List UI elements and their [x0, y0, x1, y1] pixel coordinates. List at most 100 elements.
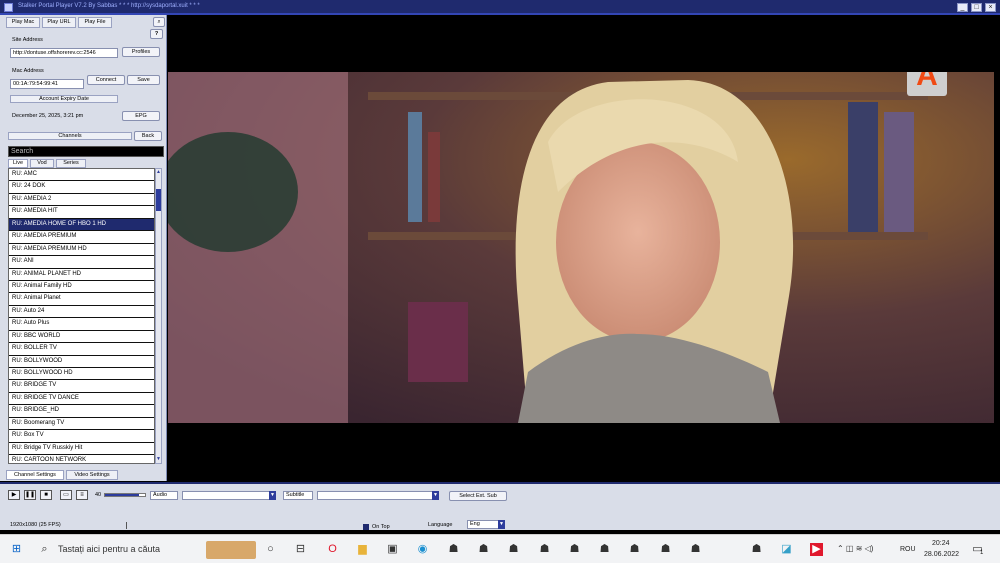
expiry-date-value: December 25, 2025, 3:21 pm: [12, 113, 84, 119]
epg-button[interactable]: EPG: [122, 111, 160, 121]
status-divider: [126, 522, 127, 529]
incognito-icon[interactable]: ☗: [538, 543, 551, 556]
subtitle-label: Subtitle: [283, 491, 313, 500]
site-address-field[interactable]: http://dontuse.offshorerev.cc:2546: [10, 48, 118, 58]
channel-list-item[interactable]: RU: AMEDIA PREMIUM: [9, 231, 154, 244]
channel-list-item[interactable]: RU: ANIMAL PLANET HD: [9, 269, 154, 281]
volume-slider[interactable]: [104, 493, 146, 497]
mac-address-field[interactable]: 00:1A:79:54:99:41: [10, 79, 84, 89]
file-explorer-icon[interactable]: ▆: [356, 543, 369, 556]
channel-list-item[interactable]: RU: BOLLER TV: [9, 343, 154, 356]
tab-live[interactable]: Live: [8, 159, 28, 168]
tab-vod[interactable]: Vod: [30, 159, 54, 168]
pause-icon[interactable]: ❚❚: [24, 490, 36, 500]
opera-icon[interactable]: O: [326, 543, 339, 556]
language-select[interactable]: Eng ▼: [467, 520, 505, 529]
language-label: Language: [428, 522, 453, 528]
tab-series[interactable]: Series: [56, 159, 86, 168]
maximize-button[interactable]: □: [971, 3, 982, 12]
channel-list-item[interactable]: RU: Animal Family HD: [9, 281, 154, 294]
chevron-down-icon[interactable]: ▼: [432, 491, 439, 500]
widgets-icon[interactable]: ⊟: [294, 543, 307, 556]
system-tray-icons[interactable]: ⌃ ◫ ≋ ◁): [837, 544, 873, 553]
channel-list-item[interactable]: RU: Box TV: [9, 430, 154, 443]
channel-list-item[interactable]: RU: AMEDIA HOME OF HBO 1 HD: [9, 218, 154, 232]
clock-date[interactable]: 28.06.2022: [924, 551, 959, 558]
search-icon[interactable]: ⌕: [38, 543, 51, 556]
channel-list-item[interactable]: RU: Auto 24: [9, 306, 154, 319]
scroll-up-icon[interactable]: ▲: [156, 169, 161, 176]
incognito-icon[interactable]: ☗: [659, 543, 672, 556]
windows-start-icon[interactable]: ⊞: [10, 543, 23, 556]
incognito-icon[interactable]: ☗: [568, 543, 581, 556]
back-button[interactable]: Back: [134, 131, 162, 141]
scroll-down-icon[interactable]: ▼: [156, 456, 161, 463]
incognito-icon[interactable]: ☗: [447, 543, 460, 556]
channel-list-item[interactable]: RU: BRIDGE_HD: [9, 405, 154, 418]
player-app-icon[interactable]: ▶: [810, 543, 823, 556]
keyboard-language[interactable]: ROU: [900, 546, 916, 553]
subtitle-select[interactable]: ▼: [317, 491, 439, 500]
clock-time[interactable]: 20:24: [932, 540, 950, 547]
app-icon-teal[interactable]: ◪: [780, 543, 793, 556]
video-frame: [168, 72, 994, 423]
channel-list-item[interactable]: RU: BBC WORLD: [9, 331, 154, 344]
incognito-icon[interactable]: ☗: [689, 543, 702, 556]
tab-video-settings[interactable]: Video Settings: [66, 470, 118, 480]
channels-header: Channels: [8, 132, 132, 140]
channel-list-item[interactable]: RU: BOLLYWOOD HD: [9, 368, 154, 381]
taskbar: ⊞ ⌕ Tastați aici pentru a căuta ○ ⊟ O ▆ …: [0, 534, 1000, 563]
channel-list-item[interactable]: RU: Animal Planet: [9, 293, 154, 306]
search-icon[interactable]: ⌕: [153, 17, 165, 27]
audio-track-select[interactable]: ▼: [182, 491, 276, 500]
terminal-icon[interactable]: ▣: [386, 543, 399, 556]
channel-list-item[interactable]: RU: BOLLYWOOD: [9, 356, 154, 368]
search-input[interactable]: Search: [8, 146, 164, 157]
control-bar: ▶ ❚❚ ■ ▭ ≡ 40 Audio ▼ Subtitle ▼ Select …: [0, 482, 1000, 530]
chevron-down-icon[interactable]: ▼: [498, 520, 505, 529]
scroll-thumb[interactable]: [156, 189, 161, 211]
channel-list-item[interactable]: RU: ANI: [9, 256, 154, 269]
video-player[interactable]: A: [168, 72, 994, 423]
channel-list-scrollbar[interactable]: ▲ ▼: [155, 168, 162, 464]
tab-play-url[interactable]: Play URL: [42, 17, 76, 28]
task-view-icon[interactable]: ○: [264, 543, 277, 556]
channel-list-item[interactable]: RU: BRIDGE TV DANCE: [9, 393, 154, 406]
save-button[interactable]: Save: [127, 75, 160, 85]
taskbar-search-input[interactable]: Tastați aici pentru a căuta: [58, 544, 160, 554]
incognito-icon[interactable]: ☗: [507, 543, 520, 556]
channel-list-item[interactable]: RU: CARTOON NETWORK: [9, 455, 154, 463]
channel-list-item[interactable]: RU: Auto Plus: [9, 318, 154, 331]
channel-list-item[interactable]: RU: Bridge TV Russkiy Hit: [9, 443, 154, 456]
profiles-button[interactable]: Profiles: [122, 47, 160, 57]
play-icon[interactable]: ▶: [8, 490, 20, 500]
connect-button[interactable]: Connect: [87, 75, 125, 85]
channel-list-item[interactable]: RU: AMEDIA HIT: [9, 206, 154, 219]
close-button[interactable]: ×: [985, 3, 996, 12]
select-ext-sub-button[interactable]: Select Ext. Sub: [449, 491, 507, 501]
playlist-icon[interactable]: ≡: [76, 490, 88, 500]
screen-icon[interactable]: ▭: [60, 490, 72, 500]
tab-channel-settings[interactable]: Channel Settings: [6, 470, 64, 480]
minimize-button[interactable]: _: [957, 3, 968, 12]
channel-list-item[interactable]: RU: 24 DOK: [9, 181, 154, 194]
stop-icon[interactable]: ■: [40, 490, 52, 500]
tab-play-mac[interactable]: Play Mac: [6, 17, 40, 28]
channel-logo: A: [907, 72, 947, 96]
channel-list-item[interactable]: RU: AMEDIA 2: [9, 194, 154, 207]
tab-play-file[interactable]: Play File: [78, 17, 112, 28]
channel-list-item[interactable]: RU: AMEDIA PREMIUM HD: [9, 244, 154, 257]
app-icon-blue[interactable]: ◉: [416, 543, 429, 556]
channel-list-item[interactable]: RU: AMC: [9, 169, 154, 182]
on-top-checkbox[interactable]: [363, 524, 369, 530]
chevron-down-icon[interactable]: ▼: [269, 491, 276, 500]
status-resolution: 1920x1080 (25 FPS): [10, 522, 61, 528]
channel-list-item[interactable]: RU: Boomerang TV: [9, 418, 154, 431]
help-button[interactable]: ?: [150, 29, 163, 39]
incognito-icon[interactable]: ☗: [477, 543, 490, 556]
channel-list-item[interactable]: RU: BRIDGE TV: [9, 380, 154, 393]
incognito-icon[interactable]: ☗: [628, 543, 641, 556]
incognito-icon[interactable]: ☗: [598, 543, 611, 556]
incognito-icon[interactable]: ☗: [750, 543, 763, 556]
channel-list[interactable]: RU: AMC RU: 24 DOK RU: AMEDIA 2 RU: AMEDIA …: [8, 168, 155, 464]
